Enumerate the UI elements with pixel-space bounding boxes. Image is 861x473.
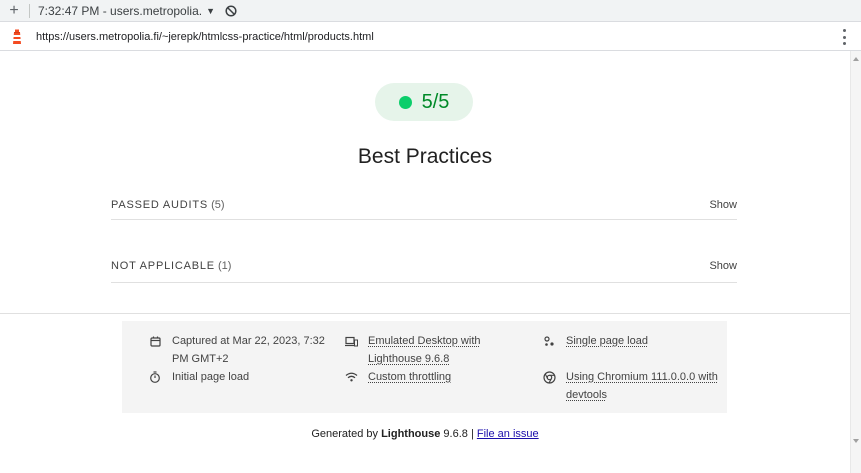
scroll-up-icon[interactable] (853, 57, 859, 61)
emulated-device-text[interactable]: Emulated Desktop with Lighthouse 9.6.8 (368, 332, 504, 368)
calendar-icon (148, 332, 162, 350)
file-issue-link[interactable]: File an issue (477, 428, 539, 440)
page-url[interactable]: https://users.metropolia.fi/~jerepk/html… (36, 31, 374, 43)
runtime-settings-panel: Captured at Mar 22, 2023, 7:32 PM GMT+2 … (122, 321, 727, 413)
report-url-bar: https://users.metropolia.fi/~jerepk/html… (0, 23, 861, 51)
group-header: NOT APPLICABLE (1) (111, 260, 231, 272)
group-header: PASSED AUDITS (5) (111, 199, 225, 211)
lighthouse-logo-icon (10, 29, 24, 45)
score-value: 5/5 (421, 90, 450, 113)
group-count: (5) (211, 198, 225, 211)
section-divider (0, 313, 850, 314)
scrollbar[interactable] (850, 51, 861, 473)
category-title: Best Practices (357, 145, 493, 168)
chevron-down-icon[interactable]: ▼ (206, 6, 215, 16)
single-load-icon (542, 332, 556, 350)
stopwatch-icon (148, 368, 162, 386)
show-button[interactable]: Show (709, 260, 737, 272)
throttling-text[interactable]: Custom throttling (368, 368, 451, 386)
toolbar-divider (29, 3, 30, 18)
devices-icon (344, 332, 358, 350)
chromium-version-text[interactable]: Using Chromium 111.0.0.0 with devtools (566, 368, 722, 404)
new-tab-icon[interactable]: + (3, 2, 25, 20)
passed-audits-group[interactable]: PASSED AUDITS (5) Show (111, 190, 737, 220)
initial-load-item: Initial page load (148, 368, 328, 386)
group-count: (1) (218, 259, 232, 272)
score-badge: 5/5 (375, 83, 473, 121)
clear-block-icon[interactable] (225, 4, 237, 17)
scroll-down-icon[interactable] (853, 439, 859, 443)
pass-status-icon (398, 95, 412, 109)
throttling-item[interactable]: Custom throttling (344, 368, 504, 386)
group-title: NOT APPLICABLE (111, 259, 215, 272)
report-selector[interactable]: 7:32:47 PM - users.metropolia. (38, 4, 202, 18)
chromium-version-item[interactable]: Using Chromium 111.0.0.0 with devtools (542, 368, 722, 404)
single-load-item[interactable]: Single page load (542, 332, 722, 350)
captured-at-item: Captured at Mar 22, 2023, 7:32 PM GMT+2 (148, 332, 328, 368)
emulated-device-item[interactable]: Emulated Desktop with Lighthouse 9.6.8 (344, 332, 504, 368)
tool-version: 9.6.8 (443, 428, 468, 440)
more-options-icon[interactable] (843, 29, 847, 45)
generated-by-label: Generated by (311, 428, 379, 440)
browser-toolbar: + 7:32:47 PM - users.metropolia. ▼ (0, 0, 861, 22)
not-applicable-group[interactable]: NOT APPLICABLE (1) Show (111, 249, 737, 283)
chrome-icon (542, 368, 556, 386)
wifi-icon (344, 368, 358, 386)
single-load-text[interactable]: Single page load (566, 332, 648, 350)
generated-by-footer: Generated by Lighthouse 9.6.8 | File an … (0, 428, 850, 440)
footer-separator: | (470, 428, 474, 440)
initial-load-text: Initial page load (172, 371, 250, 383)
show-button[interactable]: Show (709, 199, 737, 211)
captured-at-text: Captured at Mar 22, 2023, 7:32 PM GMT+2 (172, 335, 325, 365)
group-title: PASSED AUDITS (111, 198, 208, 211)
tool-name: Lighthouse (381, 428, 441, 440)
